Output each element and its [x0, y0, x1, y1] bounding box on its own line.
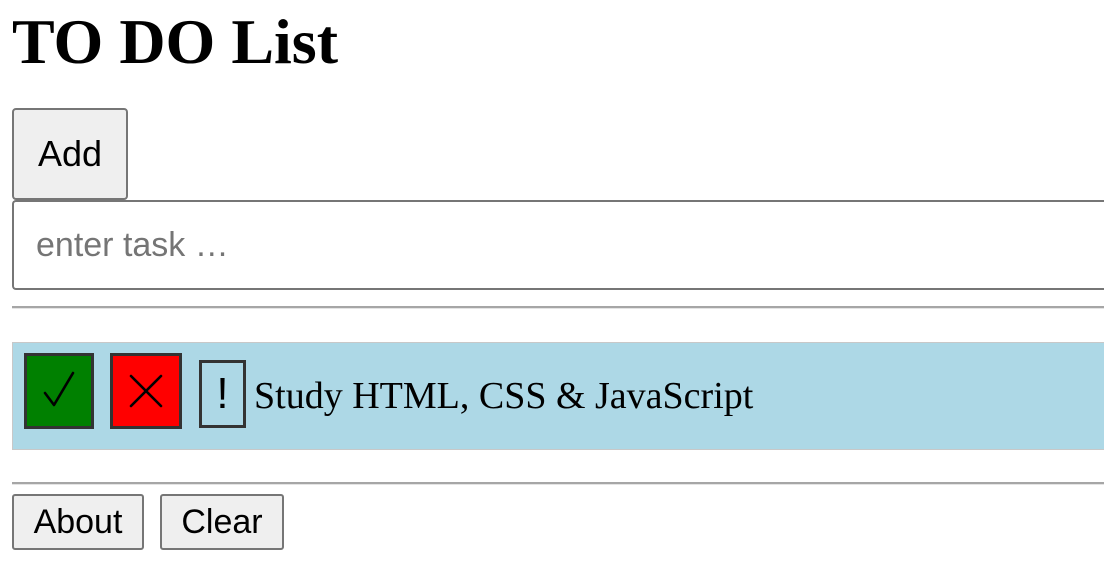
- divider: [12, 306, 1104, 309]
- task-text: Study HTML, CSS & JavaScript: [254, 375, 754, 417]
- delete-button[interactable]: [110, 353, 182, 429]
- check-icon: [43, 371, 75, 407]
- cross-icon: [129, 374, 163, 408]
- add-button[interactable]: Add: [12, 108, 128, 200]
- page-title: TO DO List: [12, 6, 338, 77]
- task-input[interactable]: [12, 200, 1104, 290]
- priority-button[interactable]: !: [199, 360, 246, 428]
- clear-button[interactable]: Clear: [160, 494, 284, 550]
- done-button[interactable]: [24, 353, 94, 429]
- task-item: ! Study HTML, CSS & JavaScript: [12, 342, 1104, 450]
- exclamation-icon: !: [216, 369, 229, 418]
- about-button[interactable]: About: [12, 494, 144, 550]
- divider: [12, 482, 1104, 485]
